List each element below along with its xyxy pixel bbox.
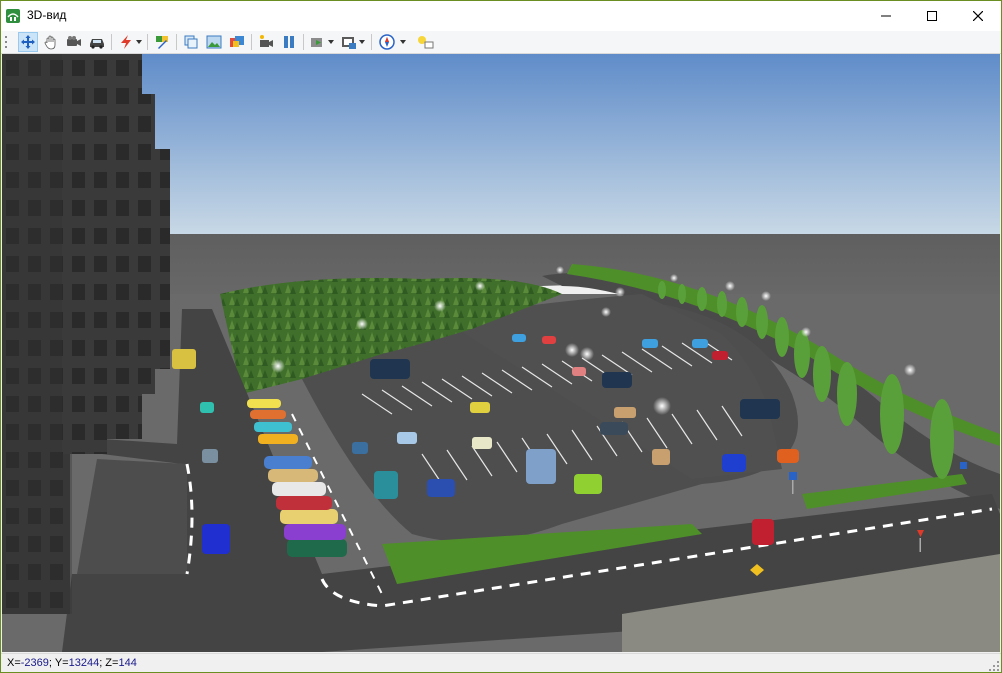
building (62, 54, 107, 454)
chevron-down-icon (400, 40, 406, 44)
animation-dropdown[interactable] (327, 32, 335, 52)
maximize-icon (927, 11, 937, 21)
pause-icon (284, 36, 294, 48)
toolbar-separator (176, 34, 177, 50)
app-3d-icon (5, 8, 21, 24)
camera-icon (67, 36, 81, 46)
resize-grip-icon[interactable] (989, 661, 999, 671)
building-shade (2, 54, 72, 614)
play-animation-icon (311, 38, 322, 47)
lightning-icon (121, 35, 131, 49)
save-video-button[interactable] (339, 32, 359, 52)
record-icon (260, 35, 273, 47)
toolbar-separator (303, 34, 304, 50)
z-value: 144 (118, 657, 137, 669)
move-arrows-icon (21, 35, 35, 49)
x-label: X= (7, 657, 21, 669)
x-value: -2369 (20, 657, 49, 669)
toolbar-separator (111, 34, 112, 50)
move-tool-button[interactable] (18, 32, 38, 52)
minimize-icon (881, 15, 891, 17)
paint-brush-icon (156, 36, 168, 49)
close-icon (973, 11, 983, 21)
y-value: 13244 (68, 657, 100, 669)
3d-viewport[interactable] (2, 54, 1000, 652)
cursor-coordinates: X=-2369; Y=13244; Z=144 (7, 657, 137, 669)
toolbar-separator (371, 34, 372, 50)
building (152, 149, 170, 369)
textures-icon (230, 36, 244, 47)
chevron-down-icon (328, 40, 334, 44)
car-icon (90, 39, 104, 49)
window-title: 3D-вид (27, 8, 67, 22)
pause-button[interactable] (279, 32, 299, 52)
record-button[interactable] (256, 32, 276, 52)
navigation-button[interactable] (377, 32, 397, 52)
light-bulb-icon (418, 36, 434, 49)
effects-dropdown[interactable] (135, 32, 143, 52)
image-icon (206, 35, 222, 49)
toolbar-separator (147, 34, 148, 50)
close-button[interactable] (955, 1, 1001, 31)
toolbar (1, 31, 1001, 54)
maximize-button[interactable] (909, 1, 955, 31)
save-video-dropdown[interactable] (358, 32, 366, 52)
save-video-icon (342, 37, 356, 49)
status-bar: X=-2369; Y=13244; Z=144 (1, 653, 1001, 672)
toolbar-separator (251, 34, 252, 50)
title-bar[interactable]: 3D-вид (1, 1, 1001, 31)
copy-view-button[interactable] (181, 32, 201, 52)
z-label: ; Z= (99, 657, 119, 669)
effects-button[interactable] (116, 32, 136, 52)
textures-button[interactable] (227, 32, 247, 52)
3d-scene[interactable] (2, 54, 1000, 652)
chevron-down-icon (136, 40, 142, 44)
y-label: ; Y= (48, 657, 69, 669)
style-button[interactable] (152, 32, 172, 52)
toolbar-grip-icon[interactable] (5, 35, 7, 49)
compass-icon (379, 34, 395, 50)
copy-view-icon (184, 35, 198, 49)
app-window: 3D-вид X=-2369; Y=13244; Z=144 (0, 0, 1002, 673)
chevron-down-icon (359, 40, 365, 44)
minimize-button[interactable] (863, 1, 909, 31)
camera-tool-button[interactable] (64, 32, 84, 52)
pan-tool-button[interactable] (41, 32, 61, 52)
screenshot-button[interactable] (204, 32, 224, 52)
navigation-dropdown[interactable] (399, 32, 407, 52)
animation-button[interactable] (308, 32, 328, 52)
lighting-button[interactable] (415, 32, 435, 52)
hand-pan-icon (44, 35, 56, 50)
building (120, 94, 155, 394)
drive-car-button[interactable] (87, 32, 107, 52)
